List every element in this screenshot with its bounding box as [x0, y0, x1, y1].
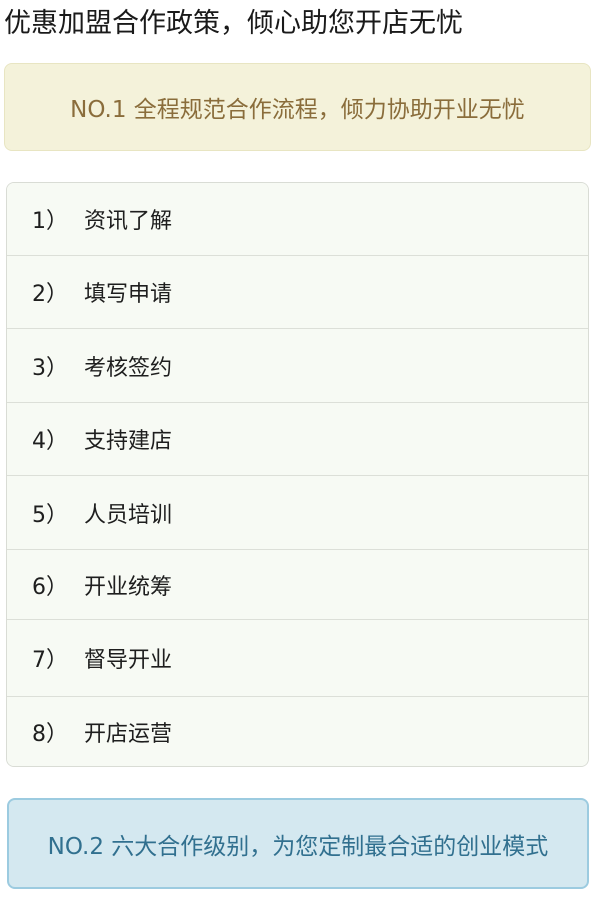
step-label: 开店运营 — [84, 721, 173, 747]
step-label: 填写申请 — [84, 282, 173, 307]
step-number: 1） — [32, 209, 68, 234]
list-item-step-8[interactable]: 8） 开店运营 — [7, 696, 588, 766]
list-item-step-3[interactable]: 3） 考核签约 — [7, 328, 588, 402]
step-label: 督导开业 — [84, 648, 173, 673]
step-number: 6） — [32, 574, 68, 600]
list-item-step-1[interactable]: 1） 资讯了解 — [7, 183, 588, 255]
step-number: 3） — [32, 355, 68, 381]
step-label: 资讯了解 — [84, 209, 173, 234]
list-item-step-7[interactable]: 7） 督导开业 — [7, 619, 588, 696]
step-label: 开业统筹 — [84, 574, 173, 600]
step-label: 人员培训 — [84, 502, 173, 528]
section-banner-2: NO.2 六大合作级别，为您定制最合适的创业模式 — [7, 798, 589, 889]
section-banner-2-text: NO.2 六大合作级别，为您定制最合适的创业模式 — [47, 833, 549, 860]
list-item-step-6[interactable]: 6） 开业统筹 — [7, 549, 588, 619]
section-banner-1: NO.1 全程规范合作流程，倾力协助开业无忧 — [4, 63, 591, 151]
list-item-step-5[interactable]: 5） 人员培训 — [7, 475, 588, 549]
step-number: 5） — [32, 502, 68, 528]
step-label: 考核签约 — [84, 355, 173, 381]
page-title: 优惠加盟合作政策，倾心助您开店无忧 — [4, 8, 463, 39]
step-number: 4） — [32, 429, 68, 454]
step-number: 7） — [32, 648, 68, 673]
step-label: 支持建店 — [84, 429, 173, 454]
step-number: 2） — [32, 282, 68, 307]
list-item-step-4[interactable]: 4） 支持建店 — [7, 402, 588, 475]
list-item-step-2[interactable]: 2） 填写申请 — [7, 255, 588, 328]
step-number: 8） — [32, 721, 68, 747]
section-banner-1-text: NO.1 全程规范合作流程，倾力协助开业无忧 — [70, 97, 525, 123]
process-step-list: 1） 资讯了解 2） 填写申请 3） 考核签约 4） 支持建店 5） 人员培训 … — [6, 182, 589, 767]
